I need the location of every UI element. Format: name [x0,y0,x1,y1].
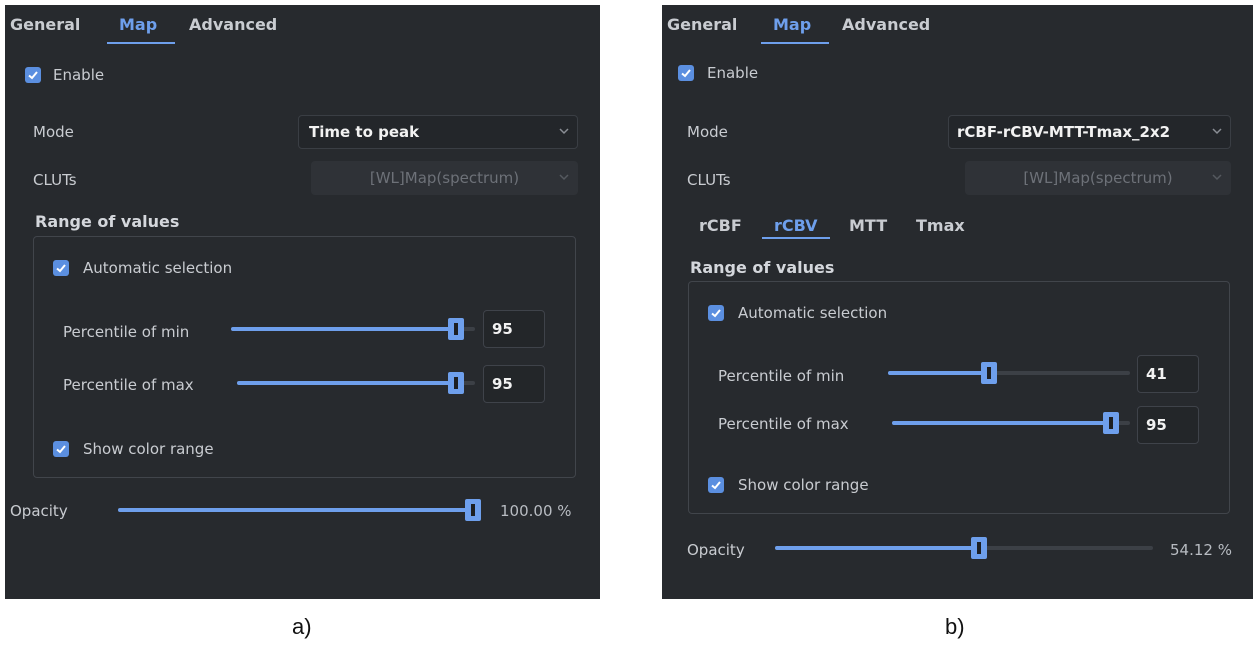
mode-select[interactable]: Time to peak [298,115,578,149]
auto-selection-label: Automatic selection [738,304,888,322]
pmin-input[interactable]: 41 [1137,355,1199,393]
opacity-value: 100.00 % [500,502,572,520]
pmax-input[interactable]: 95 [483,365,545,403]
pmin-label: Percentile of min [718,367,845,385]
tab-rcbv[interactable]: rCBV [774,216,818,235]
pmin-input[interactable]: 95 [483,310,545,348]
slider-fill [231,327,456,331]
pmax-input[interactable]: 95 [1137,406,1199,444]
pmax-label: Percentile of max [63,376,194,394]
enable-label: Enable [707,64,759,82]
auto-selection-label: Automatic selection [83,259,233,277]
tab-map-underline [107,42,175,44]
chevron-down-icon [559,174,569,181]
slider-handle[interactable] [465,499,481,521]
slider-fill [892,421,1111,425]
slider-handle[interactable] [1103,412,1119,434]
range-of-values-title: Range of values [690,258,835,277]
check-icon [28,71,38,80]
opacity-value: 54.12 % [1170,541,1232,559]
slider-fill [118,508,473,512]
tab-map[interactable]: Map [773,15,811,34]
tab-rcbf[interactable]: rCBF [699,216,742,235]
mode-value: rCBF-rCBV-MTT-Tmax_2x2 [957,123,1171,141]
enable-checkbox[interactable] [25,67,41,83]
slider-fill [775,546,979,550]
check-icon [56,445,66,454]
cluts-label: CLUTs [33,171,77,189]
show-color-range-label: Show color range [83,440,214,458]
tab-general[interactable]: General [667,15,737,34]
tab-advanced[interactable]: Advanced [842,15,930,34]
slider-fill [237,381,456,385]
tab-tmax[interactable]: Tmax [916,216,965,235]
slider-handle[interactable] [448,318,464,340]
cluts-value: [WL]Map(spectrum) [369,169,520,187]
show-color-range-checkbox[interactable] [708,477,724,493]
chevron-down-icon [1212,128,1222,135]
mode-value: Time to peak [309,123,420,141]
check-icon [56,264,66,273]
pmin-value: 95 [492,320,513,338]
caption-a: a) [292,614,312,639]
cluts-select: [WL]Map(spectrum) [965,161,1231,195]
mode-select[interactable]: rCBF-rCBV-MTT-Tmax_2x2 [948,115,1231,149]
slider-handle[interactable] [971,537,987,559]
pmax-value: 95 [1146,416,1167,434]
caption-b: b) [945,614,965,639]
mode-label: Mode [33,123,74,141]
auto-selection-checkbox[interactable] [53,260,69,276]
tab-rcbv-underline [762,237,830,239]
pmax-value: 95 [492,375,513,393]
enable-checkbox[interactable] [678,65,694,81]
range-of-values-title: Range of values [35,212,180,231]
show-color-range-checkbox[interactable] [53,441,69,457]
slider-handle[interactable] [448,372,464,394]
check-icon [711,309,721,318]
tab-general[interactable]: General [10,15,80,34]
opacity-label: Opacity [687,541,745,559]
pmin-label: Percentile of min [63,323,190,341]
settings-panel-b: General Map Advanced Enable Mode rCBF-rC… [662,5,1253,599]
cluts-label: CLUTs [687,171,731,189]
enable-label: Enable [53,66,105,84]
slider-handle[interactable] [981,362,997,384]
cluts-select: [WL]Map(spectrum) [311,161,578,195]
pmin-value: 41 [1146,365,1167,383]
chevron-down-icon [559,128,569,135]
pmax-label: Percentile of max [718,415,849,433]
settings-panel-a: General Map Advanced Enable Mode Time to… [5,5,600,599]
check-icon [711,481,721,490]
auto-selection-checkbox[interactable] [708,305,724,321]
tab-advanced[interactable]: Advanced [189,15,277,34]
cluts-value: [WL]Map(spectrum) [1023,169,1173,187]
check-icon [681,69,691,78]
tab-mtt[interactable]: MTT [849,216,887,235]
slider-fill [888,371,989,375]
tab-map-underline [761,42,829,44]
chevron-down-icon [1212,174,1222,181]
show-color-range-label: Show color range [738,476,869,494]
tab-map[interactable]: Map [119,15,157,34]
opacity-label: Opacity [10,502,68,520]
mode-label: Mode [687,123,728,141]
